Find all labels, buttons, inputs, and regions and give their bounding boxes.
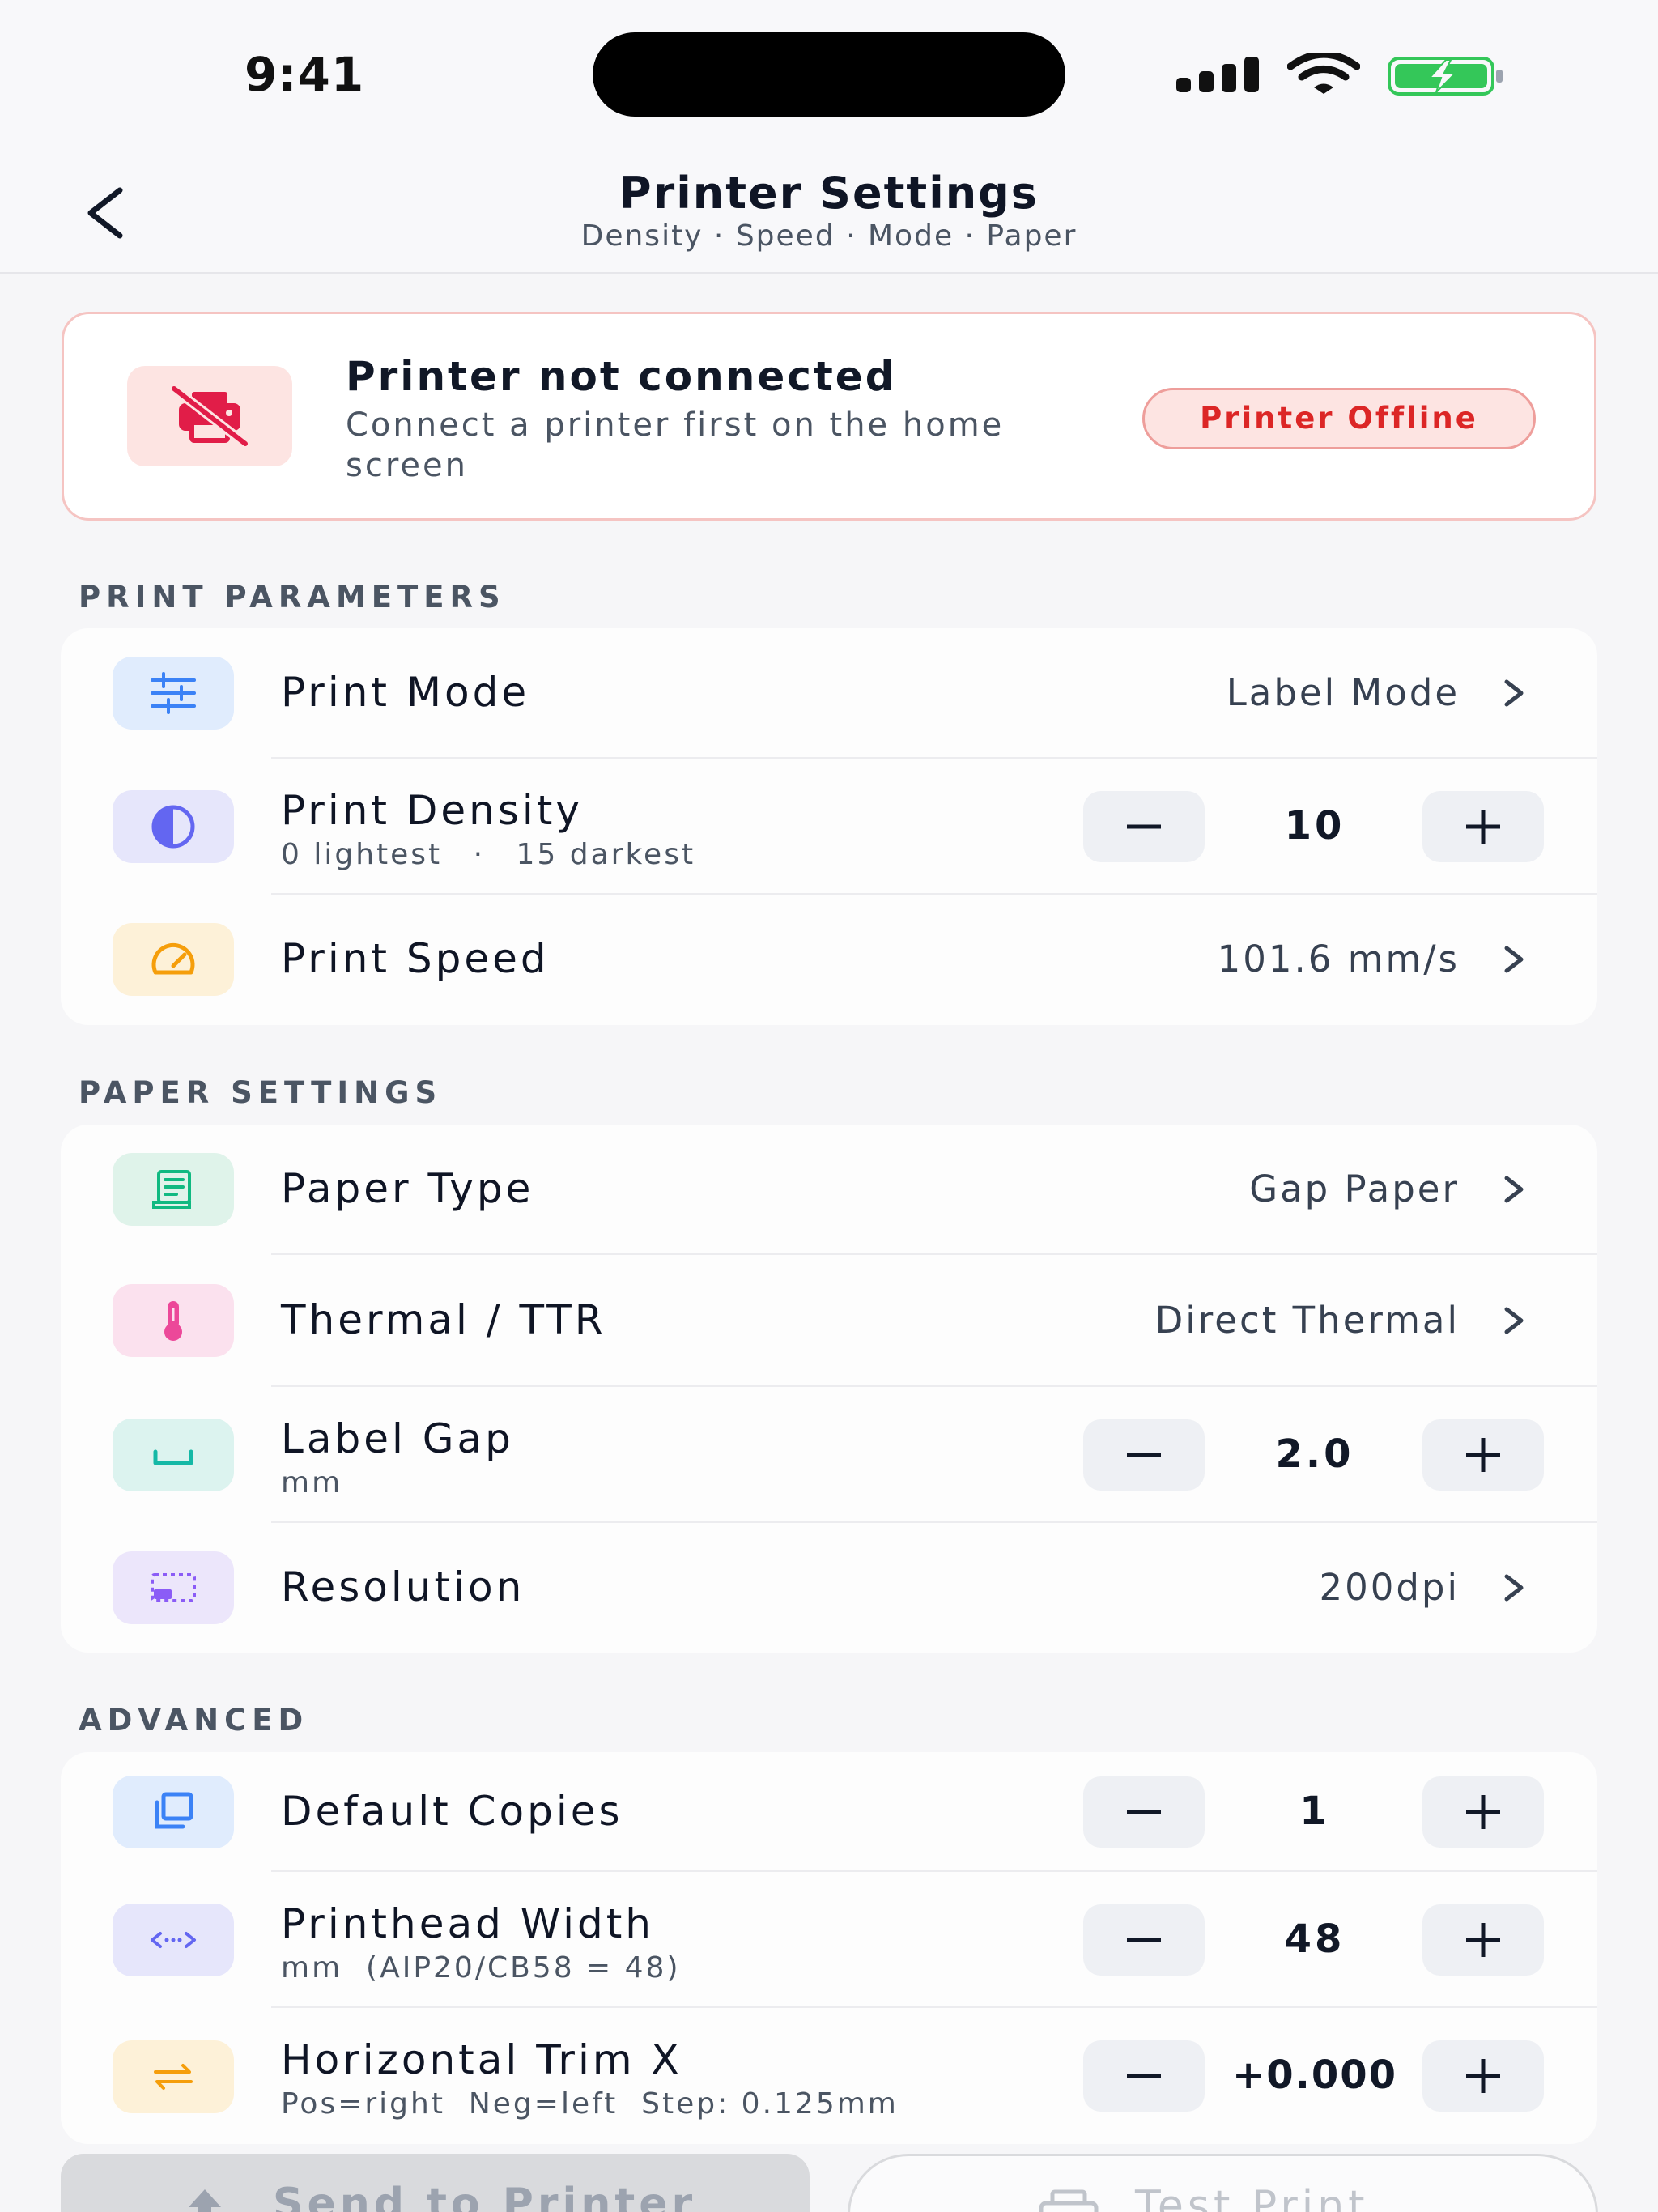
chevron-right-icon: [1504, 1307, 1524, 1334]
density-value: 10: [1284, 803, 1346, 849]
default-copies-row: Default Copies 1: [61, 1752, 1597, 1872]
receipt-icon: [113, 1153, 234, 1226]
width-decrement-button[interactable]: [1083, 1904, 1205, 1976]
horizontal-trim-row: Horizontal Trim X Pos=right Neg=left Ste…: [61, 2008, 1597, 2144]
status-time: 9:41: [244, 47, 365, 102]
thermal-ttr-row[interactable]: Thermal / TTR Direct Thermal: [61, 1255, 1597, 1387]
print-mode-row[interactable]: Print Mode Label Mode: [61, 628, 1597, 759]
print-density-row: Print Density 0 lightest · 15 darkest 10: [61, 759, 1597, 895]
battery-charging-icon: [1388, 57, 1503, 96]
gap-increment-button[interactable]: [1422, 1419, 1544, 1491]
printer-status-alert: Printer not connected Connect a printer …: [62, 312, 1596, 521]
label-gap-row: Label Gap mm 2.0: [61, 1387, 1597, 1523]
paper-settings-card: Paper Type Gap Paper Thermal / TTR Direc…: [61, 1125, 1597, 1653]
copies-icon: [113, 1776, 234, 1848]
copies-increment-button[interactable]: [1422, 1776, 1544, 1848]
send-to-printer-label: Send to Printer: [273, 2180, 697, 2212]
sliders-icon: [113, 657, 234, 730]
contrast-icon: [113, 790, 234, 863]
section-header-advanced: ADVANCED: [79, 1703, 309, 1738]
print-speed-row[interactable]: Print Speed 101.6 mm/s: [61, 895, 1597, 1025]
status-bar: 9:41: [0, 0, 1658, 150]
width-arrows-icon: [113, 1904, 234, 1976]
label-gap-label: Label Gap: [281, 1415, 514, 1462]
print-density-label: Print Density: [281, 787, 583, 834]
density-increment-button[interactable]: [1422, 791, 1544, 862]
print-speed-value: 101.6 mm/s: [1217, 938, 1460, 981]
printhead-width-label: Printhead Width: [281, 1900, 655, 1947]
printhead-width-hint: mm (AIP20/CB58 = 48): [281, 1951, 681, 1984]
section-header-print-parameters: PRINT PARAMETERS: [79, 580, 506, 615]
swap-arrows-icon: [113, 2040, 234, 2113]
printhead-width-row: Printhead Width mm (AIP20/CB58 = 48) 48: [61, 1872, 1597, 2008]
horizontal-trim-label: Horizontal Trim X: [281, 2036, 682, 2083]
label-gap-unit: mm: [281, 1466, 343, 1499]
speedometer-icon: [113, 923, 234, 996]
horizontal-trim-hint: Pos=right Neg=left Step: 0.125mm: [281, 2087, 899, 2121]
chevron-right-icon: [1504, 1176, 1524, 1203]
resolution-row[interactable]: Resolution 200dpi: [61, 1523, 1597, 1653]
printer-off-icon: [127, 366, 292, 466]
advanced-card: Default Copies 1 Printhead Width mm (AIP…: [61, 1752, 1597, 2144]
thermal-ttr-label: Thermal / TTR: [281, 1296, 606, 1343]
print-mode-value: Label Mode: [1226, 671, 1460, 714]
resolution-value: 200dpi: [1319, 1566, 1460, 1609]
resolution-icon: [113, 1551, 234, 1624]
width-increment-button[interactable]: [1422, 1904, 1544, 1976]
gap-decrement-button[interactable]: [1083, 1419, 1205, 1491]
test-print-button[interactable]: Test Print: [848, 2154, 1598, 2212]
printhead-width-value: 48: [1284, 1916, 1346, 1962]
upload-arrow-icon: [189, 2189, 221, 2212]
chevron-right-icon: [1504, 946, 1524, 973]
copies-decrement-button[interactable]: [1083, 1776, 1205, 1848]
thermal-ttr-value: Direct Thermal: [1154, 1299, 1460, 1342]
label-gap-value: 2.0: [1275, 1431, 1354, 1477]
print-speed-label: Print Speed: [281, 935, 550, 982]
paper-type-value: Gap Paper: [1249, 1168, 1460, 1210]
density-decrement-button[interactable]: [1083, 791, 1205, 862]
chevron-right-icon: [1504, 1574, 1524, 1602]
send-to-printer-button[interactable]: Send to Printer: [61, 2154, 810, 2212]
trim-decrement-button[interactable]: [1083, 2040, 1205, 2112]
chevron-right-icon: [1504, 679, 1524, 707]
nav-header: Printer Settings Density · Speed · Mode …: [0, 150, 1658, 274]
default-copies-value: 1: [1299, 1789, 1330, 1834]
paper-type-row[interactable]: Paper Type Gap Paper: [61, 1125, 1597, 1255]
thermometer-icon: [113, 1284, 234, 1357]
printer-offline-badge: Printer Offline: [1142, 388, 1536, 449]
page-subtitle: Density · Speed · Mode · Paper: [580, 219, 1078, 253]
print-parameters-card: Print Mode Label Mode Print Density 0 li…: [61, 628, 1597, 1025]
cellular-signal-icon: [1176, 57, 1259, 92]
section-header-paper-settings: PAPER SETTINGS: [79, 1075, 443, 1110]
dynamic-island: [593, 32, 1065, 117]
print-density-hint: 0 lightest · 15 darkest: [281, 838, 696, 871]
print-mode-label: Print Mode: [281, 669, 530, 716]
wifi-icon: [1287, 53, 1360, 94]
alert-title: Printer not connected: [346, 353, 897, 400]
trim-increment-button[interactable]: [1422, 2040, 1544, 2112]
horizontal-trim-value: +0.000: [1231, 2052, 1398, 2098]
paper-type-label: Paper Type: [281, 1165, 534, 1212]
alert-description: Connect a printer first on the home scre…: [346, 406, 1005, 484]
printer-icon: [1039, 2189, 1099, 2212]
resolution-label: Resolution: [281, 1563, 525, 1610]
test-print-label: Test Print: [1135, 2182, 1369, 2212]
page-title: Printer Settings: [619, 168, 1039, 219]
gap-icon: [113, 1419, 234, 1491]
default-copies-label: Default Copies: [281, 1788, 623, 1835]
